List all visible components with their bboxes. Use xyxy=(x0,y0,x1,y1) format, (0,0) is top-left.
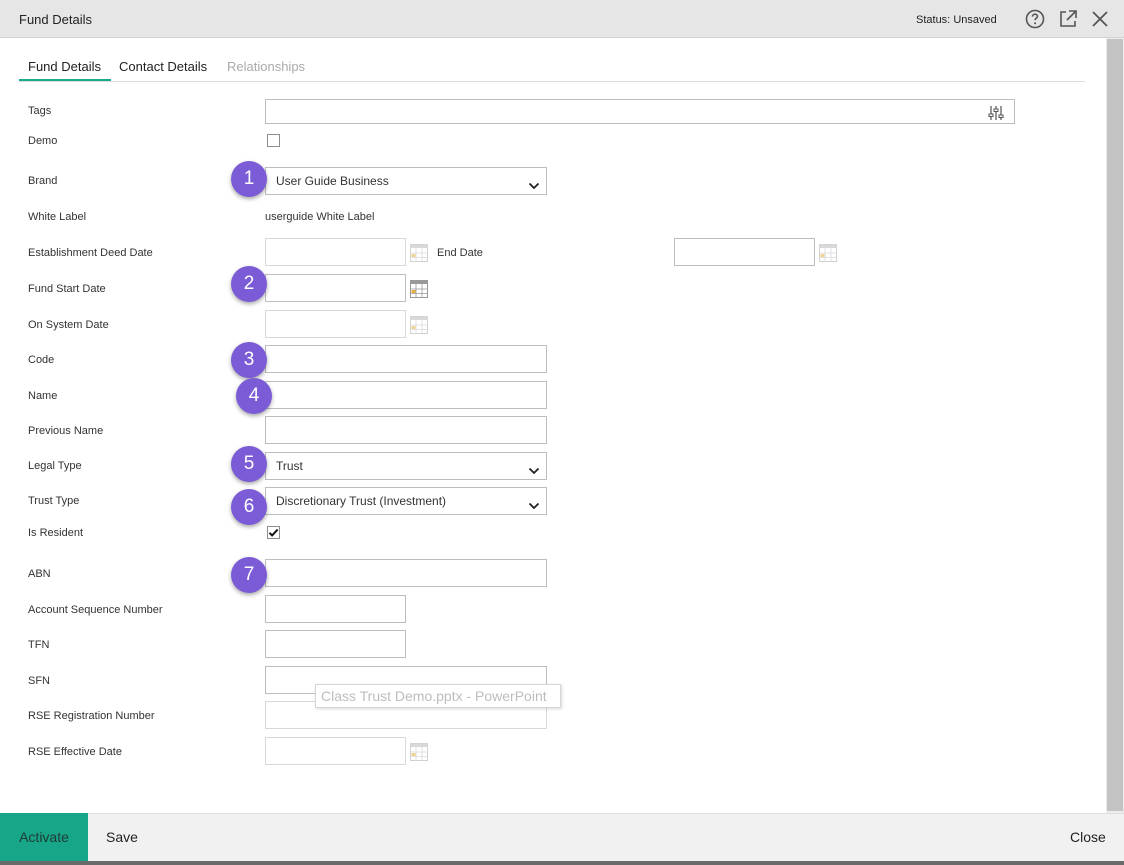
fund-start-date-field[interactable] xyxy=(265,274,406,302)
legal-type-value: Trust xyxy=(276,459,303,473)
establishment-deed-date-field[interactable] xyxy=(265,238,406,266)
status-label: Status: xyxy=(916,14,951,26)
callout-badge-6: 6 xyxy=(231,489,267,525)
checkmark-icon xyxy=(268,528,279,537)
trust-type-label: Trust Type xyxy=(28,495,80,507)
tab-relationships: Relationships xyxy=(227,59,306,74)
tab-bar: Fund Details Contact Details Relationshi… xyxy=(19,56,1085,82)
tab-contact-details[interactable]: Contact Details xyxy=(119,59,207,74)
white-label-label: White Label xyxy=(28,211,87,223)
is-resident-checkbox[interactable] xyxy=(267,526,280,539)
taskbar-tooltip: Class Trust Demo.pptx - PowerPoint xyxy=(315,684,561,708)
legal-type-select[interactable]: Trust xyxy=(265,452,547,480)
previous-name-field[interactable] xyxy=(265,416,547,444)
callout-badge-7: 7 xyxy=(231,557,267,593)
help-circle-icon[interactable] xyxy=(1025,9,1045,29)
trust-type-value: Discretionary Trust (Investment) xyxy=(276,494,447,508)
rse-effective-date-label: RSE Effective Date xyxy=(28,746,122,758)
scrollbar-thumb[interactable] xyxy=(1107,39,1123,811)
code-label: Code xyxy=(28,354,55,366)
callout-badge-4: 4 xyxy=(236,378,272,414)
chevron-down-icon xyxy=(528,460,540,486)
is-resident-label: Is Resident xyxy=(28,527,84,539)
demo-label: Demo xyxy=(28,135,58,147)
account-sequence-number-label: Account Sequence Number xyxy=(28,604,163,616)
tags-input[interactable] xyxy=(265,99,1015,124)
calendar-icon[interactable] xyxy=(410,743,428,761)
establishment-deed-date-label: Establishment Deed Date xyxy=(28,247,153,259)
white-label-value: userguide White Label xyxy=(265,211,375,223)
tfn-field[interactable] xyxy=(265,630,406,658)
name-field[interactable] xyxy=(265,381,547,409)
chevron-down-icon xyxy=(528,495,540,521)
save-button[interactable]: Save xyxy=(106,829,138,845)
dialog-title: Fund Details xyxy=(19,12,92,27)
sfn-label: SFN xyxy=(28,675,50,687)
tab-fund-details[interactable]: Fund Details xyxy=(19,59,111,81)
trust-type-select[interactable]: Discretionary Trust (Investment) xyxy=(265,487,547,515)
chevron-down-icon xyxy=(528,175,540,201)
end-date-label: End Date xyxy=(437,247,483,259)
tfn-label: TFN xyxy=(28,639,50,651)
brand-value: User Guide Business xyxy=(276,174,389,188)
callout-badge-1: 1 xyxy=(231,161,267,197)
sliders-icon[interactable] xyxy=(988,104,1004,130)
rse-registration-number-label: RSE Registration Number xyxy=(28,710,155,722)
account-sequence-number-field[interactable] xyxy=(265,595,406,623)
previous-name-label: Previous Name xyxy=(28,425,104,437)
end-date-field[interactable] xyxy=(674,238,815,266)
bottom-divider xyxy=(0,861,1124,865)
callout-badge-5: 5 xyxy=(231,446,267,482)
rse-effective-date-field[interactable] xyxy=(265,737,406,765)
activate-button[interactable]: Activate xyxy=(0,813,88,861)
callout-badge-2: 2 xyxy=(231,266,267,302)
callout-badge-3: 3 xyxy=(231,342,267,378)
calendar-icon[interactable] xyxy=(819,244,837,262)
abn-field[interactable] xyxy=(265,559,547,587)
on-system-date-label: On System Date xyxy=(28,319,109,331)
calendar-icon[interactable] xyxy=(410,244,428,262)
dialog-footer xyxy=(0,813,1124,861)
tags-label: Tags xyxy=(28,105,52,117)
brand-select[interactable]: User Guide Business xyxy=(265,167,547,195)
close-icon[interactable] xyxy=(1090,9,1110,29)
code-field[interactable] xyxy=(265,345,547,373)
on-system-date-field[interactable] xyxy=(265,310,406,338)
brand-label: Brand xyxy=(28,175,58,187)
status-value: Unsaved xyxy=(953,14,997,26)
name-label: Name xyxy=(28,390,58,402)
legal-type-label: Legal Type xyxy=(28,460,82,472)
abn-label: ABN xyxy=(28,568,51,580)
demo-checkbox[interactable] xyxy=(267,134,280,147)
fund-start-date-label: Fund Start Date xyxy=(28,283,106,295)
calendar-icon[interactable] xyxy=(410,280,428,298)
status-indicator: Status: Unsaved xyxy=(916,14,997,26)
close-button[interactable]: Close xyxy=(1070,829,1106,845)
popout-icon[interactable] xyxy=(1058,9,1078,29)
calendar-icon[interactable] xyxy=(410,316,428,334)
